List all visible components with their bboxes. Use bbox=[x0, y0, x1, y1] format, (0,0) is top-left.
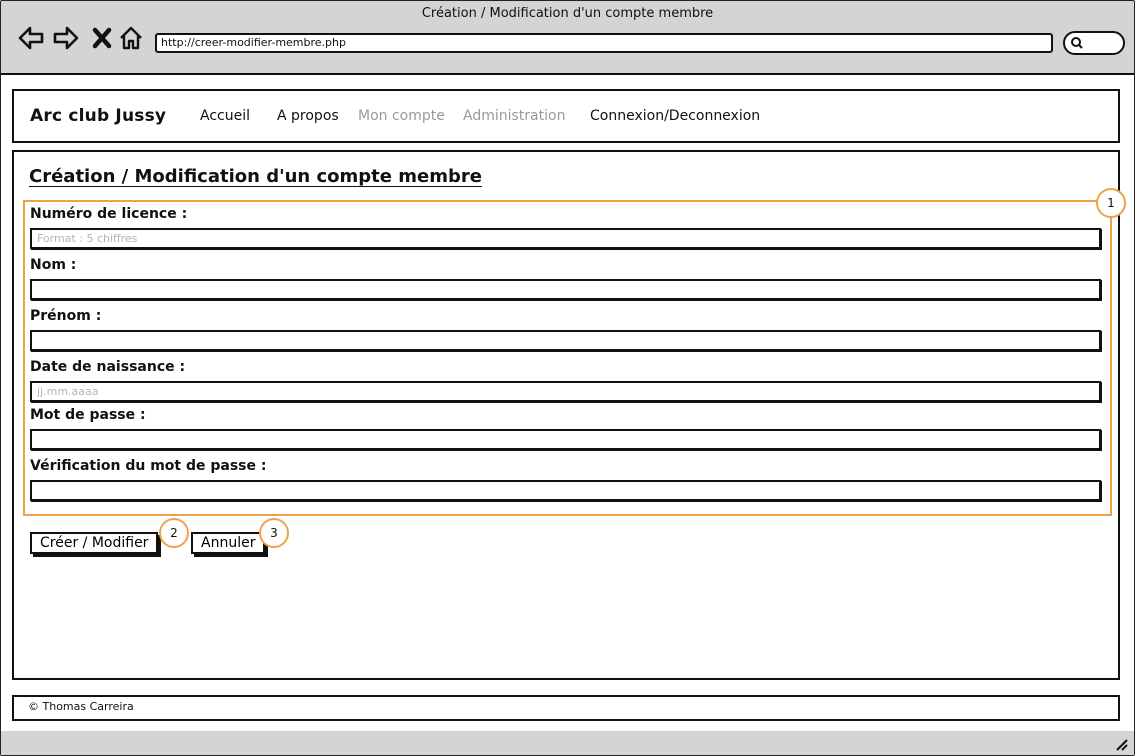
stop-icon[interactable] bbox=[89, 25, 117, 51]
back-arrow-icon[interactable] bbox=[17, 25, 45, 51]
label-nom: Nom : bbox=[30, 257, 77, 273]
menu-item-mon-compte: Mon compte bbox=[358, 108, 445, 124]
site-header: Arc club Jussy Accueil A propos Mon comp… bbox=[12, 89, 1120, 143]
search-icon bbox=[1071, 37, 1083, 49]
password-confirm-input[interactable] bbox=[30, 480, 1101, 501]
last-name-input[interactable] bbox=[30, 279, 1101, 300]
cancel-button[interactable]: Annuler bbox=[191, 532, 266, 554]
site-footer: © Thomas Carreira bbox=[12, 695, 1120, 721]
label-date-naissance: Date de naissance : bbox=[30, 359, 186, 375]
label-verification: Vérification du mot de passe : bbox=[30, 458, 267, 474]
site-brand[interactable]: Arc club Jussy bbox=[30, 106, 166, 126]
window-title: Création / Modification d'un compte memb… bbox=[421, 6, 714, 21]
licence-number-input[interactable] bbox=[30, 228, 1101, 249]
status-bar bbox=[1, 731, 1134, 755]
menu-item-accueil[interactable]: Accueil bbox=[200, 108, 250, 124]
first-name-input[interactable] bbox=[30, 330, 1101, 351]
label-prenom: Prénom : bbox=[30, 308, 102, 324]
label-mot-de-passe: Mot de passe : bbox=[30, 407, 146, 423]
birth-date-input[interactable] bbox=[30, 381, 1101, 402]
menu-item-administration: Administration bbox=[463, 108, 566, 124]
resize-grip-icon[interactable] bbox=[1114, 737, 1128, 751]
callout-1: 1 bbox=[1096, 188, 1126, 218]
url-bar[interactable]: http://creer-modifier-membre.php bbox=[155, 33, 1053, 53]
copyright-text: © Thomas Carreira bbox=[28, 700, 134, 713]
callout-2: 2 bbox=[159, 518, 189, 548]
forward-arrow-icon[interactable] bbox=[52, 25, 80, 51]
page-title: Création / Modification d'un compte memb… bbox=[29, 166, 482, 187]
callout-3: 3 bbox=[259, 518, 289, 548]
password-input[interactable] bbox=[30, 429, 1101, 450]
browser-search-box[interactable] bbox=[1063, 31, 1125, 55]
create-modify-button[interactable]: Créer / Modifier bbox=[30, 532, 159, 554]
browser-window: Création / Modification d'un compte memb… bbox=[0, 0, 1135, 756]
main-content: Création / Modification d'un compte memb… bbox=[12, 150, 1126, 680]
label-licence: Numéro de licence : bbox=[30, 206, 188, 222]
member-form: Numéro de licence : Nom : Prénom : Date … bbox=[23, 200, 1112, 516]
browser-viewport: Arc club Jussy Accueil A propos Mon comp… bbox=[1, 73, 1134, 733]
menu-item-a-propos[interactable]: A propos bbox=[277, 108, 339, 124]
menu-item-connexion[interactable]: Connexion/Deconnexion bbox=[590, 108, 760, 124]
home-icon[interactable] bbox=[117, 25, 145, 51]
